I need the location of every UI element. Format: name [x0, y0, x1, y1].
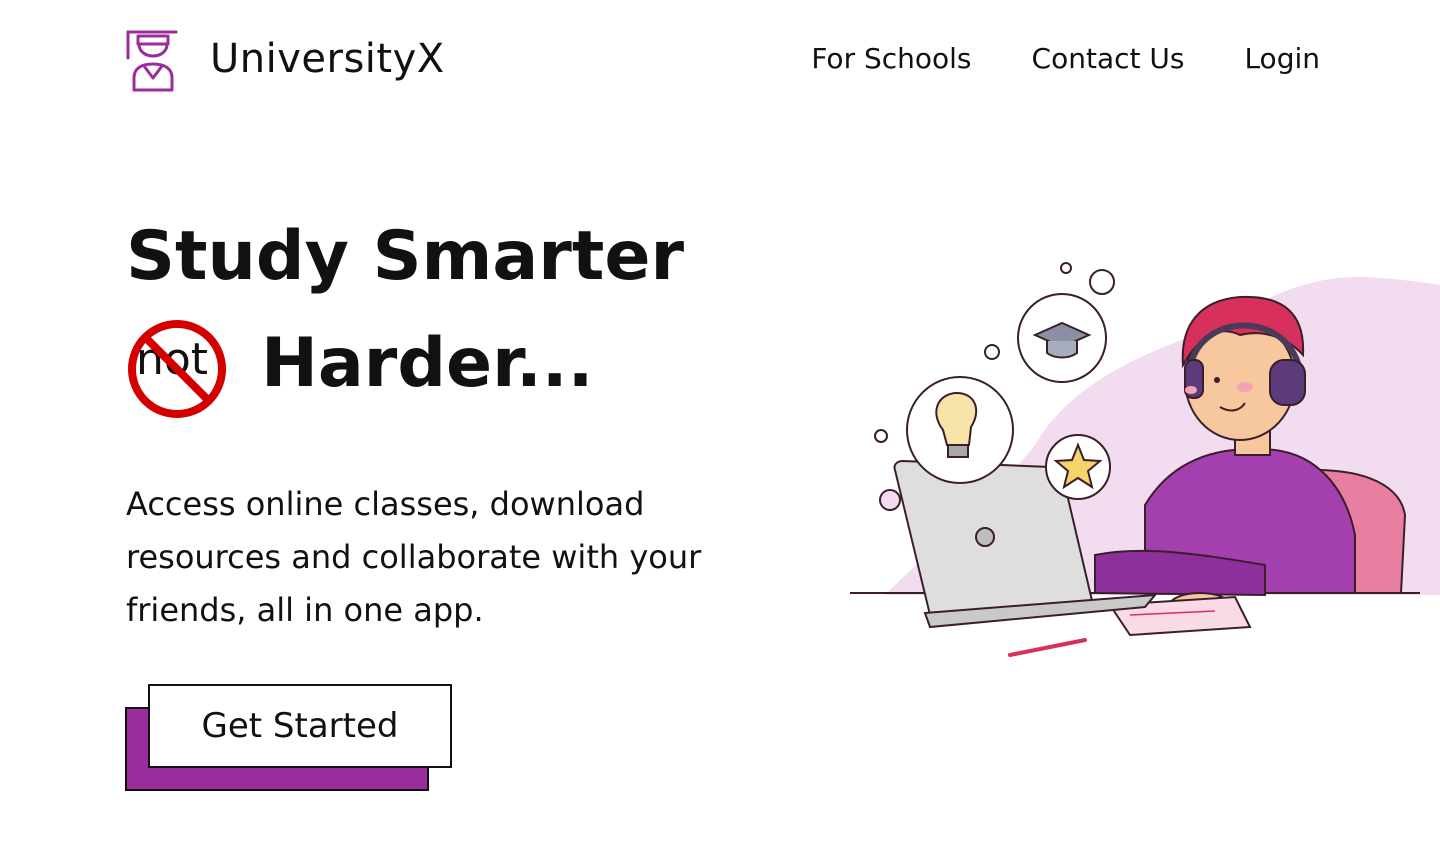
student-studying-illustration	[850, 262, 1440, 657]
brand-logo[interactable]: UniversityX	[126, 30, 444, 92]
graduate-icon	[126, 30, 178, 92]
brand-name: UniversityX	[210, 36, 445, 82]
nav-login[interactable]: Login	[1244, 42, 1320, 75]
nav-for-schools[interactable]: For Schools	[811, 42, 971, 75]
harder-word: Harder...	[261, 324, 594, 403]
main-nav: For Schools Contact Us Login	[811, 42, 1320, 75]
site-header: UniversityX For Schools Contact Us Login	[0, 0, 1440, 120]
hero-headline: Study Smarter	[126, 217, 684, 296]
hero-headline-line2: not Harder...	[126, 318, 646, 422]
get-started-button[interactable]: Get Started	[148, 684, 452, 768]
prohibition-icon	[128, 320, 226, 418]
nav-contact-us[interactable]: Contact Us	[1032, 42, 1185, 75]
hero-subtext: Access online classes, download resource…	[126, 485, 702, 629]
